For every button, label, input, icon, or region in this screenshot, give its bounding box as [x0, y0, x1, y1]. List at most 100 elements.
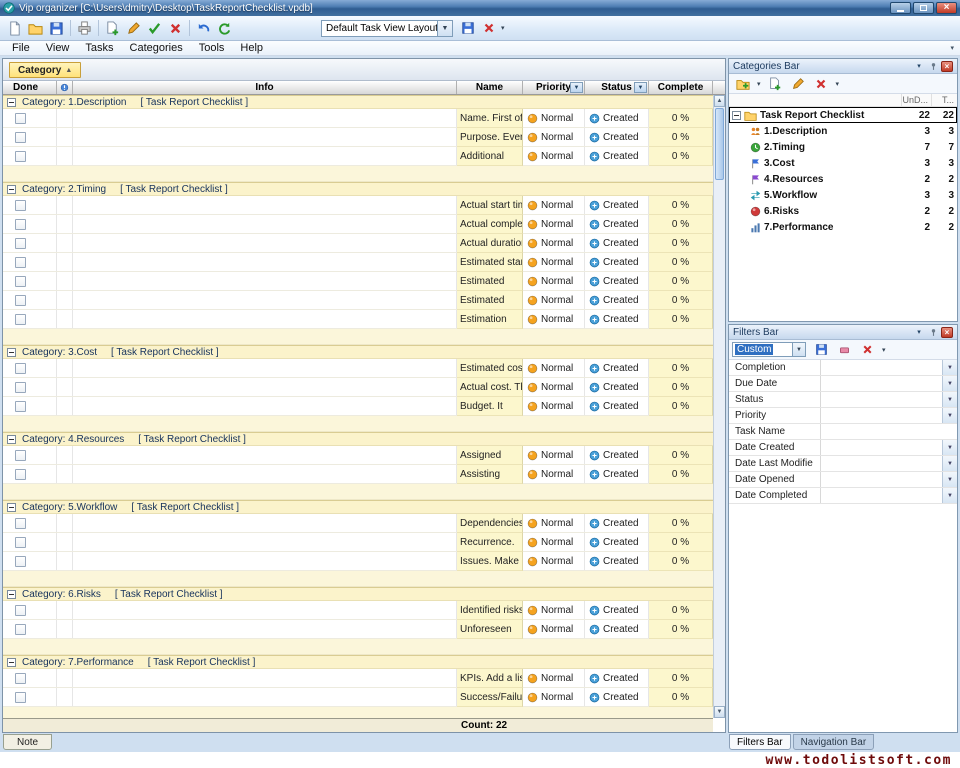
task-row[interactable]: Purpose. EveryNormalCreated0 % — [3, 128, 713, 147]
close-panel-icon[interactable]: × — [941, 61, 953, 72]
category-tree-item[interactable]: 2.Timing77 — [729, 139, 957, 155]
scroll-up-icon[interactable]: ▲ — [714, 95, 725, 107]
task-row[interactable]: Actual duration.NormalCreated0 % — [3, 234, 713, 253]
filter-value[interactable]: ▼ — [821, 488, 957, 503]
done-checkbox[interactable] — [15, 200, 26, 211]
panel-menu-icon[interactable]: ▾ — [913, 327, 925, 338]
filter-value[interactable]: ▼ — [821, 376, 957, 391]
add-subcategory-icon[interactable] — [765, 74, 786, 94]
menu-view[interactable]: View — [38, 41, 78, 55]
close-button[interactable]: × — [936, 2, 957, 14]
delete-category-icon[interactable] — [811, 74, 832, 94]
collapse-icon[interactable] — [7, 98, 16, 107]
layout-combobox[interactable]: Default Task View Layout ▼ — [321, 20, 453, 37]
done-checkbox[interactable] — [15, 556, 26, 567]
tab-filters-bar[interactable]: Filters Bar — [729, 734, 791, 750]
collapse-icon[interactable] — [7, 503, 16, 512]
column-header-total[interactable]: T... — [931, 94, 957, 106]
done-checkbox[interactable] — [15, 382, 26, 393]
filters-overflow-icon[interactable]: ▾ — [880, 346, 888, 354]
collapse-icon[interactable] — [7, 658, 16, 667]
category-tree-item[interactable]: 1.Description33 — [729, 123, 957, 139]
category-tree-item[interactable]: 6.Risks22 — [729, 203, 957, 219]
done-checkbox[interactable] — [15, 113, 26, 124]
clear-filter-icon[interactable] — [834, 340, 855, 360]
task-row[interactable]: Dependencies. IfNormalCreated0 % — [3, 514, 713, 533]
filter-preset-combobox[interactable]: Custom ▼ — [732, 342, 806, 357]
new-document-icon[interactable] — [4, 18, 25, 38]
task-row[interactable]: Budget. ItNormalCreated0 % — [3, 397, 713, 416]
menu-tasks[interactable]: Tasks — [77, 41, 121, 55]
task-row[interactable]: AssignedNormalCreated0 % — [3, 446, 713, 465]
save-filter-icon[interactable] — [811, 340, 832, 360]
done-checkbox[interactable] — [15, 401, 26, 412]
collapse-icon[interactable] — [732, 111, 741, 120]
category-tree-item[interactable]: 4.Resources22 — [729, 171, 957, 187]
delete-task-icon[interactable] — [165, 18, 186, 38]
filter-value[interactable]: ▼ — [821, 456, 957, 471]
task-row[interactable]: Actual cost. ThisNormalCreated0 % — [3, 378, 713, 397]
task-row[interactable]: Identified risks.NormalCreated0 % — [3, 601, 713, 620]
category-group-header[interactable]: Category: 3.Cost[ Task Report Checklist … — [3, 345, 713, 359]
menu-help[interactable]: Help — [232, 41, 271, 55]
column-header-attachment[interactable] — [57, 81, 73, 94]
task-row[interactable]: Estimated cost. ItNormalCreated0 % — [3, 359, 713, 378]
collapse-icon[interactable] — [7, 590, 16, 599]
open-database-icon[interactable] — [25, 18, 46, 38]
column-header-undone[interactable]: UnD... — [901, 94, 931, 106]
panel-menu-icon[interactable]: ▾ — [913, 61, 925, 72]
column-header-complete[interactable]: Complete — [649, 81, 713, 94]
edit-task-icon[interactable] — [123, 18, 144, 38]
done-checkbox[interactable] — [15, 295, 26, 306]
chevron-down-icon[interactable]: ▼ — [437, 21, 452, 36]
complete-task-icon[interactable] — [144, 18, 165, 38]
task-row[interactable]: Success/Failure.NormalCreated0 % — [3, 688, 713, 707]
done-checkbox[interactable] — [15, 605, 26, 616]
done-checkbox[interactable] — [15, 450, 26, 461]
done-checkbox[interactable] — [15, 276, 26, 287]
refresh-icon[interactable] — [214, 18, 235, 38]
close-panel-icon[interactable]: × — [941, 327, 953, 338]
chevron-down-icon[interactable]: ▾ — [755, 80, 763, 88]
tab-note[interactable]: Note — [3, 734, 52, 750]
done-checkbox[interactable] — [15, 624, 26, 635]
category-group-header[interactable]: Category: 4.Resources[ Task Report Check… — [3, 432, 713, 446]
new-task-icon[interactable] — [102, 18, 123, 38]
done-checkbox[interactable] — [15, 537, 26, 548]
category-tree-item[interactable]: 3.Cost33 — [729, 155, 957, 171]
save-layout-icon[interactable] — [457, 18, 478, 38]
category-group-header[interactable]: Category: 7.Performance[ Task Report Che… — [3, 655, 713, 669]
collapse-icon[interactable] — [7, 185, 16, 194]
menu-tools[interactable]: Tools — [191, 41, 233, 55]
collapse-icon[interactable] — [7, 435, 16, 444]
task-row[interactable]: Recurrence.NormalCreated0 % — [3, 533, 713, 552]
categories-overflow-icon[interactable]: ▾ — [834, 80, 842, 88]
done-checkbox[interactable] — [15, 469, 26, 480]
edit-category-icon[interactable] — [788, 74, 809, 94]
column-header-info[interactable]: Info — [73, 81, 457, 94]
pin-icon[interactable] — [927, 327, 939, 338]
dropdown-arrow-icon[interactable]: ▼ — [942, 488, 957, 503]
task-row[interactable]: UnforeseenNormalCreated0 % — [3, 620, 713, 639]
filter-value[interactable] — [821, 424, 957, 439]
done-checkbox[interactable] — [15, 257, 26, 268]
task-row[interactable]: KPIs. Add a listNormalCreated0 % — [3, 669, 713, 688]
done-checkbox[interactable] — [15, 673, 26, 684]
filter-value[interactable]: ▼ — [821, 472, 957, 487]
task-row[interactable]: AssistingNormalCreated0 % — [3, 465, 713, 484]
dropdown-arrow-icon[interactable]: ▼ — [942, 408, 957, 423]
done-checkbox[interactable] — [15, 219, 26, 230]
task-row[interactable]: Actual completionNormalCreated0 % — [3, 215, 713, 234]
minimize-button[interactable] — [890, 2, 911, 14]
done-checkbox[interactable] — [15, 132, 26, 143]
print-icon[interactable] — [74, 18, 95, 38]
category-group-header[interactable]: Category: 6.Risks[ Task Report Checklist… — [3, 587, 713, 601]
status-filter-icon[interactable]: ▼ — [634, 82, 647, 93]
group-by-category-tab[interactable]: Category ▲ — [9, 62, 81, 78]
task-row[interactable]: Actual start time.NormalCreated0 % — [3, 196, 713, 215]
save-icon[interactable] — [46, 18, 67, 38]
done-checkbox[interactable] — [15, 363, 26, 374]
scroll-down-icon[interactable]: ▼ — [714, 706, 725, 718]
task-row[interactable]: EstimatedNormalCreated0 % — [3, 291, 713, 310]
category-group-header[interactable]: Category: 2.Timing[ Task Report Checklis… — [3, 182, 713, 196]
